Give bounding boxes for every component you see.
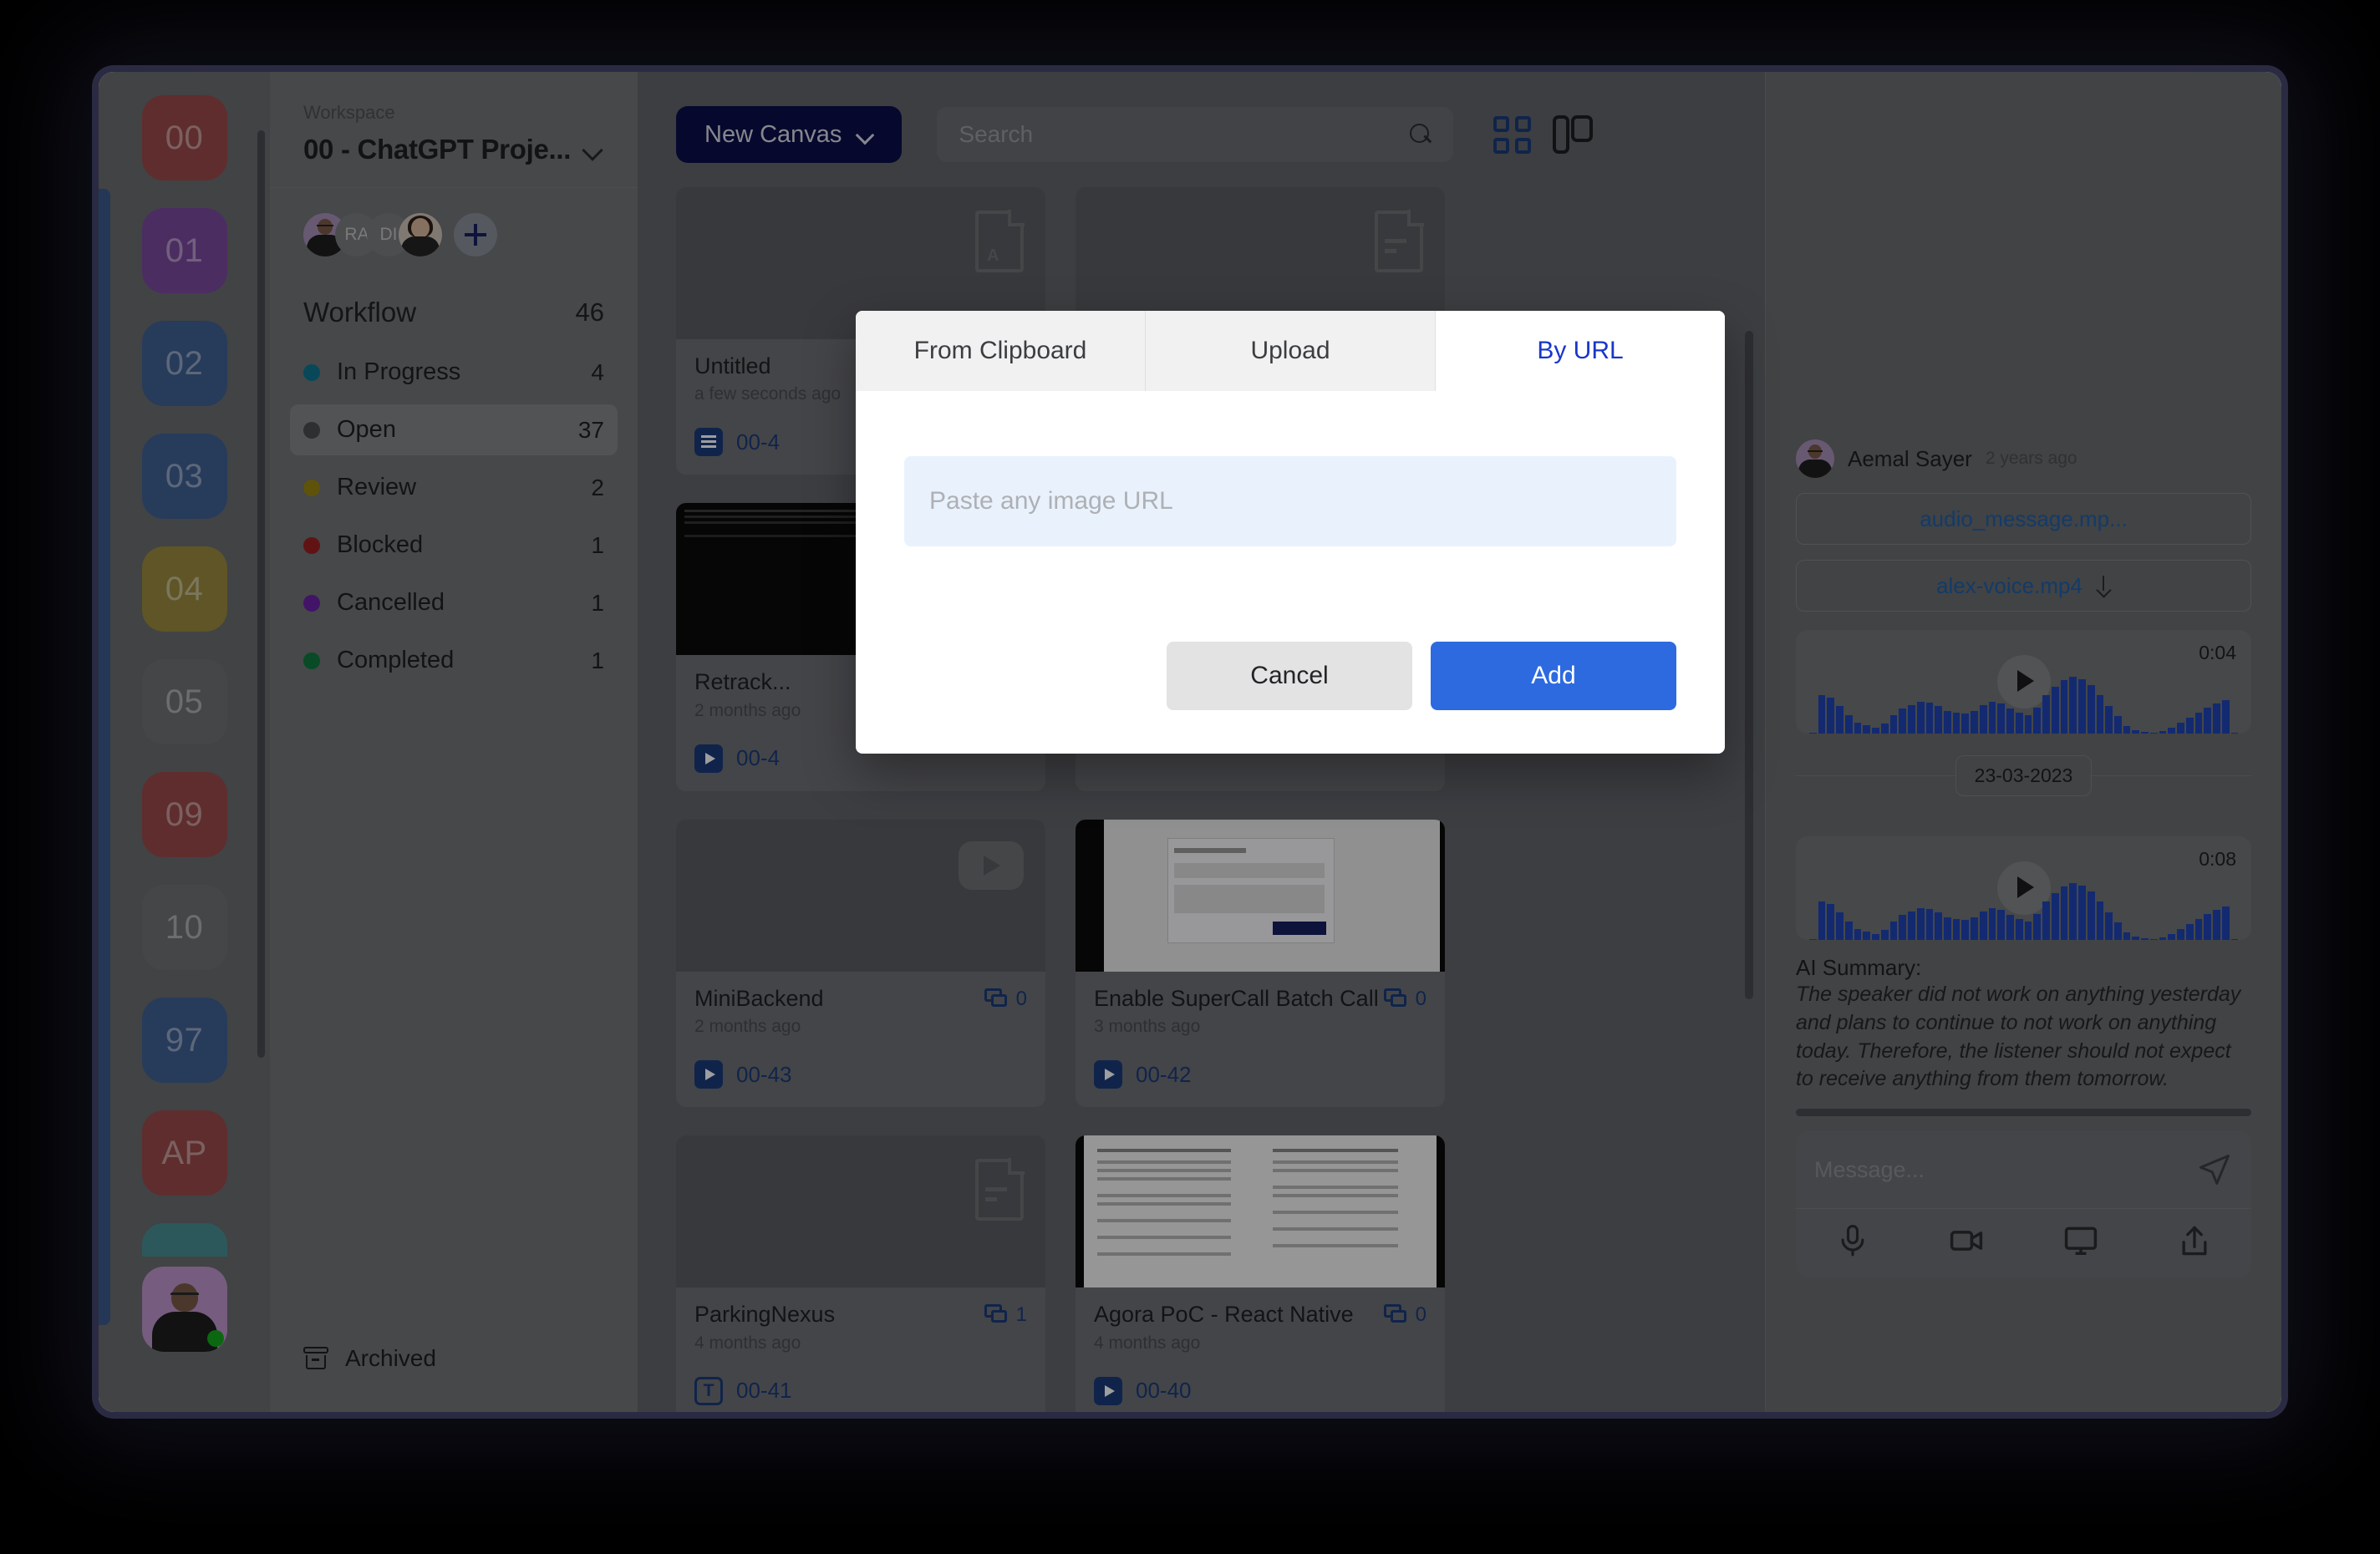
tab-from-clipboard[interactable]: From Clipboard xyxy=(856,311,1146,391)
tab-label: By URL xyxy=(1537,337,1624,364)
tab-by-url[interactable]: By URL xyxy=(1436,311,1725,391)
image-url-placeholder: Paste any image URL xyxy=(929,487,1173,515)
cancel-button[interactable]: Cancel xyxy=(1167,642,1412,710)
add-label: Add xyxy=(1531,662,1576,689)
add-button[interactable]: Add xyxy=(1431,642,1676,710)
tab-label: Upload xyxy=(1250,337,1330,364)
cancel-label: Cancel xyxy=(1250,662,1329,689)
tab-upload[interactable]: Upload xyxy=(1146,311,1436,391)
image-url-input[interactable]: Paste any image URL xyxy=(904,456,1676,546)
app-window: 00 01 02 03 04 05 09 10 97 AP Workspace … xyxy=(92,65,2288,1419)
modal-tabs: From Clipboard Upload By URL xyxy=(856,311,1725,391)
tab-label: From Clipboard xyxy=(913,337,1087,364)
add-image-modal: From Clipboard Upload By URL Paste any i… xyxy=(856,311,1725,754)
screen-root: 00 01 02 03 04 05 09 10 97 AP Workspace … xyxy=(0,0,2380,1554)
